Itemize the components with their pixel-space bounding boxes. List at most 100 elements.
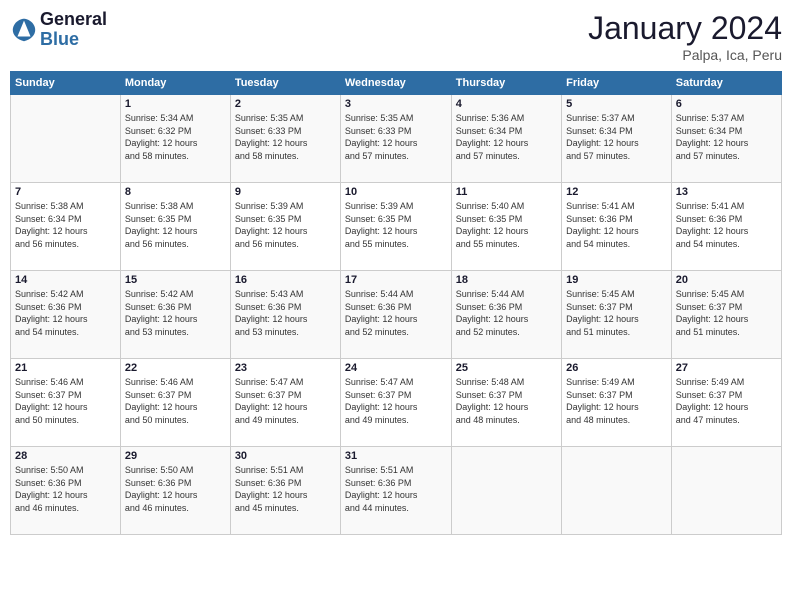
weekday-header-wednesday: Wednesday <box>340 72 451 95</box>
calendar-cell: 3 Sunrise: 5:35 AMSunset: 6:33 PMDaylight… <box>340 95 451 183</box>
day-number: 22 <box>125 362 226 374</box>
day-number: 10 <box>345 186 447 198</box>
calendar-cell <box>562 447 672 535</box>
day-info: Sunrise: 5:47 AMSunset: 6:37 PMDaylight:… <box>235 376 336 426</box>
weekday-header-sunday: Sunday <box>11 72 121 95</box>
calendar-cell: 15 Sunrise: 5:42 AMSunset: 6:36 PMDayligh… <box>120 271 230 359</box>
day-info: Sunrise: 5:46 AMSunset: 6:37 PMDaylight:… <box>15 376 116 426</box>
day-number: 20 <box>676 274 777 286</box>
calendar-cell: 20 Sunrise: 5:45 AMSunset: 6:37 PMDayligh… <box>671 271 781 359</box>
calendar-cell: 25 Sunrise: 5:48 AMSunset: 6:37 PMDayligh… <box>451 359 561 447</box>
day-info: Sunrise: 5:49 AMSunset: 6:37 PMDaylight:… <box>676 376 777 426</box>
day-number: 25 <box>456 362 557 374</box>
calendar-cell: 13Sunrise: 5:41 AMSunset: 6:36 PMDayligh… <box>671 183 781 271</box>
day-number: 29 <box>125 450 226 462</box>
week-row-2: 7 Sunrise: 5:38 AMSunset: 6:34 PMDaylight… <box>11 183 782 271</box>
calendar-cell: 18Sunrise: 5:44 AMSunset: 6:36 PMDayligh… <box>451 271 561 359</box>
day-number: 5 <box>566 98 667 110</box>
day-number: 12 <box>566 186 667 198</box>
day-info: Sunrise: 5:36 AMSunset: 6:34 PMDaylight:… <box>456 112 557 162</box>
weekday-header-friday: Friday <box>562 72 672 95</box>
day-info: Sunrise: 5:37 AMSunset: 6:34 PMDaylight:… <box>566 112 667 162</box>
day-number: 18 <box>456 274 557 286</box>
day-info: Sunrise: 5:45 AMSunset: 6:37 PMDaylight:… <box>676 288 777 338</box>
header: General Blue January 2024 Palpa, Ica, Pe… <box>10 10 782 63</box>
day-number: 15 <box>125 274 226 286</box>
calendar-cell: 17Sunrise: 5:44 AMSunset: 6:36 PMDayligh… <box>340 271 451 359</box>
day-info: Sunrise: 5:50 AMSunset: 6:36 PMDaylight:… <box>125 464 226 514</box>
weekday-header-monday: Monday <box>120 72 230 95</box>
day-number: 30 <box>235 450 336 462</box>
day-info: Sunrise: 5:40 AMSunset: 6:35 PMDaylight:… <box>456 200 557 250</box>
day-number: 26 <box>566 362 667 374</box>
day-number: 7 <box>15 186 116 198</box>
day-info: Sunrise: 5:46 AMSunset: 6:37 PMDaylight:… <box>125 376 226 426</box>
day-number: 31 <box>345 450 447 462</box>
weekday-header-thursday: Thursday <box>451 72 561 95</box>
calendar-cell: 11 Sunrise: 5:40 AMSunset: 6:35 PMDayligh… <box>451 183 561 271</box>
week-row-5: 28Sunrise: 5:50 AMSunset: 6:36 PMDayligh… <box>11 447 782 535</box>
day-info: Sunrise: 5:49 AMSunset: 6:37 PMDaylight:… <box>566 376 667 426</box>
day-info: Sunrise: 5:38 AMSunset: 6:35 PMDaylight:… <box>125 200 226 250</box>
day-info: Sunrise: 5:41 AMSunset: 6:36 PMDaylight:… <box>566 200 667 250</box>
day-number: 13 <box>676 186 777 198</box>
week-row-4: 21Sunrise: 5:46 AMSunset: 6:37 PMDayligh… <box>11 359 782 447</box>
title-block: January 2024 Palpa, Ica, Peru <box>588 10 782 63</box>
day-info: Sunrise: 5:42 AMSunset: 6:36 PMDaylight:… <box>125 288 226 338</box>
calendar-cell: 2 Sunrise: 5:35 AMSunset: 6:33 PMDaylight… <box>230 95 340 183</box>
day-number: 19 <box>566 274 667 286</box>
calendar-title: January 2024 <box>588 10 782 47</box>
day-info: Sunrise: 5:48 AMSunset: 6:37 PMDaylight:… <box>456 376 557 426</box>
day-number: 4 <box>456 98 557 110</box>
day-info: Sunrise: 5:35 AMSunset: 6:33 PMDaylight:… <box>235 112 336 162</box>
day-number: 6 <box>676 98 777 110</box>
calendar-cell: 16 Sunrise: 5:43 AMSunset: 6:36 PMDayligh… <box>230 271 340 359</box>
calendar-cell: 1 Sunrise: 5:34 AMSunset: 6:32 PMDaylight… <box>120 95 230 183</box>
day-number: 23 <box>235 362 336 374</box>
weekday-header-saturday: Saturday <box>671 72 781 95</box>
calendar-cell: 29 Sunrise: 5:50 AMSunset: 6:36 PMDayligh… <box>120 447 230 535</box>
day-number: 1 <box>125 98 226 110</box>
calendar-cell: 31Sunrise: 5:51 AMSunset: 6:36 PMDayligh… <box>340 447 451 535</box>
calendar-cell: 4 Sunrise: 5:36 AMSunset: 6:34 PMDaylight… <box>451 95 561 183</box>
calendar-cell: 8 Sunrise: 5:38 AMSunset: 6:35 PMDaylight… <box>120 183 230 271</box>
day-info: Sunrise: 5:35 AMSunset: 6:33 PMDaylight:… <box>345 112 447 162</box>
calendar-page: General Blue January 2024 Palpa, Ica, Pe… <box>0 0 792 612</box>
calendar-table: SundayMondayTuesdayWednesdayThursdayFrid… <box>10 71 782 535</box>
logo-icon <box>10 16 38 44</box>
day-info: Sunrise: 5:39 AMSunset: 6:35 PMDaylight:… <box>345 200 447 250</box>
calendar-cell: 12 Sunrise: 5:41 AMSunset: 6:36 PMDayligh… <box>562 183 672 271</box>
day-info: Sunrise: 5:47 AMSunset: 6:37 PMDaylight:… <box>345 376 447 426</box>
day-info: Sunrise: 5:34 AMSunset: 6:32 PMDaylight:… <box>125 112 226 162</box>
week-row-1: 1 Sunrise: 5:34 AMSunset: 6:32 PMDaylight… <box>11 95 782 183</box>
day-number: 11 <box>456 186 557 198</box>
logo: General Blue <box>10 10 107 50</box>
calendar-cell: 23 Sunrise: 5:47 AMSunset: 6:37 PMDayligh… <box>230 359 340 447</box>
day-number: 3 <box>345 98 447 110</box>
calendar-cell <box>11 95 121 183</box>
calendar-cell: 14 Sunrise: 5:42 AMSunset: 6:36 PMDayligh… <box>11 271 121 359</box>
calendar-cell: 21Sunrise: 5:46 AMSunset: 6:37 PMDayligh… <box>11 359 121 447</box>
calendar-cell: 6 Sunrise: 5:37 AMSunset: 6:34 PMDaylight… <box>671 95 781 183</box>
calendar-cell: 30 Sunrise: 5:51 AMSunset: 6:36 PMDayligh… <box>230 447 340 535</box>
day-number: 17 <box>345 274 447 286</box>
day-number: 14 <box>15 274 116 286</box>
weekday-header-row: SundayMondayTuesdayWednesdayThursdayFrid… <box>11 72 782 95</box>
calendar-cell: 26 Sunrise: 5:49 AMSunset: 6:37 PMDayligh… <box>562 359 672 447</box>
calendar-cell: 9Sunrise: 5:39 AMSunset: 6:35 PMDaylight… <box>230 183 340 271</box>
day-number: 8 <box>125 186 226 198</box>
calendar-header: SundayMondayTuesdayWednesdayThursdayFrid… <box>11 72 782 95</box>
day-number: 16 <box>235 274 336 286</box>
day-number: 2 <box>235 98 336 110</box>
day-info: Sunrise: 5:38 AMSunset: 6:34 PMDaylight:… <box>15 200 116 250</box>
week-row-3: 14 Sunrise: 5:42 AMSunset: 6:36 PMDayligh… <box>11 271 782 359</box>
day-info: Sunrise: 5:43 AMSunset: 6:36 PMDaylight:… <box>235 288 336 338</box>
day-info: Sunrise: 5:51 AMSunset: 6:36 PMDaylight:… <box>235 464 336 514</box>
calendar-cell: 28Sunrise: 5:50 AMSunset: 6:36 PMDayligh… <box>11 447 121 535</box>
day-info: Sunrise: 5:42 AMSunset: 6:36 PMDaylight:… <box>15 288 116 338</box>
day-number: 24 <box>345 362 447 374</box>
weekday-header-tuesday: Tuesday <box>230 72 340 95</box>
day-number: 9 <box>235 186 336 198</box>
day-info: Sunrise: 5:37 AMSunset: 6:34 PMDaylight:… <box>676 112 777 162</box>
calendar-cell <box>451 447 561 535</box>
